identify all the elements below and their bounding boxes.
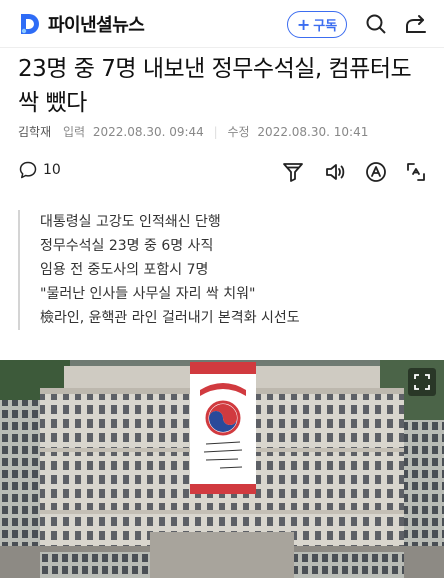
summary-line: "물러난 인사들 사무실 자리 싹 치워" [40, 286, 256, 302]
expand-photo-button[interactable] [408, 368, 436, 396]
article-meta: 김학재 입력 2022.08.30. 09:44 | 수정 2022.08.30… [18, 123, 368, 140]
article-summary: 대통령실 고강도 인적쇄신 단행 정무수석실 23명 중 6명 사직 임용 전 … [18, 210, 428, 330]
article-title: 23명 중 7명 내보낸 정무수석실, 컴퓨터도 싹 뺐다 [18, 56, 412, 116]
search-icon[interactable] [364, 12, 388, 36]
input-time: 2022.08.30. 09:44 [92, 125, 204, 139]
article-toolbar: 10 [0, 158, 444, 186]
modify-time: 2022.08.30. 10:41 [257, 125, 369, 139]
subscribe-label: 구독 [313, 19, 338, 34]
modify-label: 수정 [227, 125, 250, 139]
summary-line: 대통령실 고강도 인적쇄신 단행 [40, 214, 221, 230]
input-label: 입력 [62, 125, 86, 139]
comment-button[interactable]: 10 [18, 160, 61, 180]
summary-line: 檢라인, 윤핵관 라인 걸러내기 본격화 시선도 [40, 310, 300, 326]
subscribe-button[interactable]: + 구독 [287, 11, 347, 38]
font-size-icon[interactable] [364, 160, 388, 184]
building-photo [0, 360, 444, 578]
share-icon[interactable] [404, 12, 428, 36]
author-name[interactable]: 김학재 [18, 125, 51, 139]
meta-divider: | [213, 125, 218, 139]
summary-line: 임용 전 중도사의 포함시 7명 [40, 262, 209, 278]
summary-line: 정무수석실 23명 중 6명 사직 [40, 238, 214, 254]
plus-icon: + [296, 14, 311, 34]
translate-icon[interactable] [404, 160, 428, 184]
press-name[interactable]: 파이낸셜뉴스 [48, 11, 145, 37]
top-header: 파이낸셜뉴스 + 구독 [0, 0, 444, 48]
daum-logo-icon[interactable] [18, 13, 40, 35]
summary-filter-icon[interactable] [281, 160, 305, 184]
comment-count: 10 [43, 162, 61, 178]
speaker-icon[interactable] [323, 160, 347, 184]
expand-icon [414, 374, 430, 390]
comment-icon [19, 161, 37, 179]
article-photo[interactable] [0, 360, 444, 578]
